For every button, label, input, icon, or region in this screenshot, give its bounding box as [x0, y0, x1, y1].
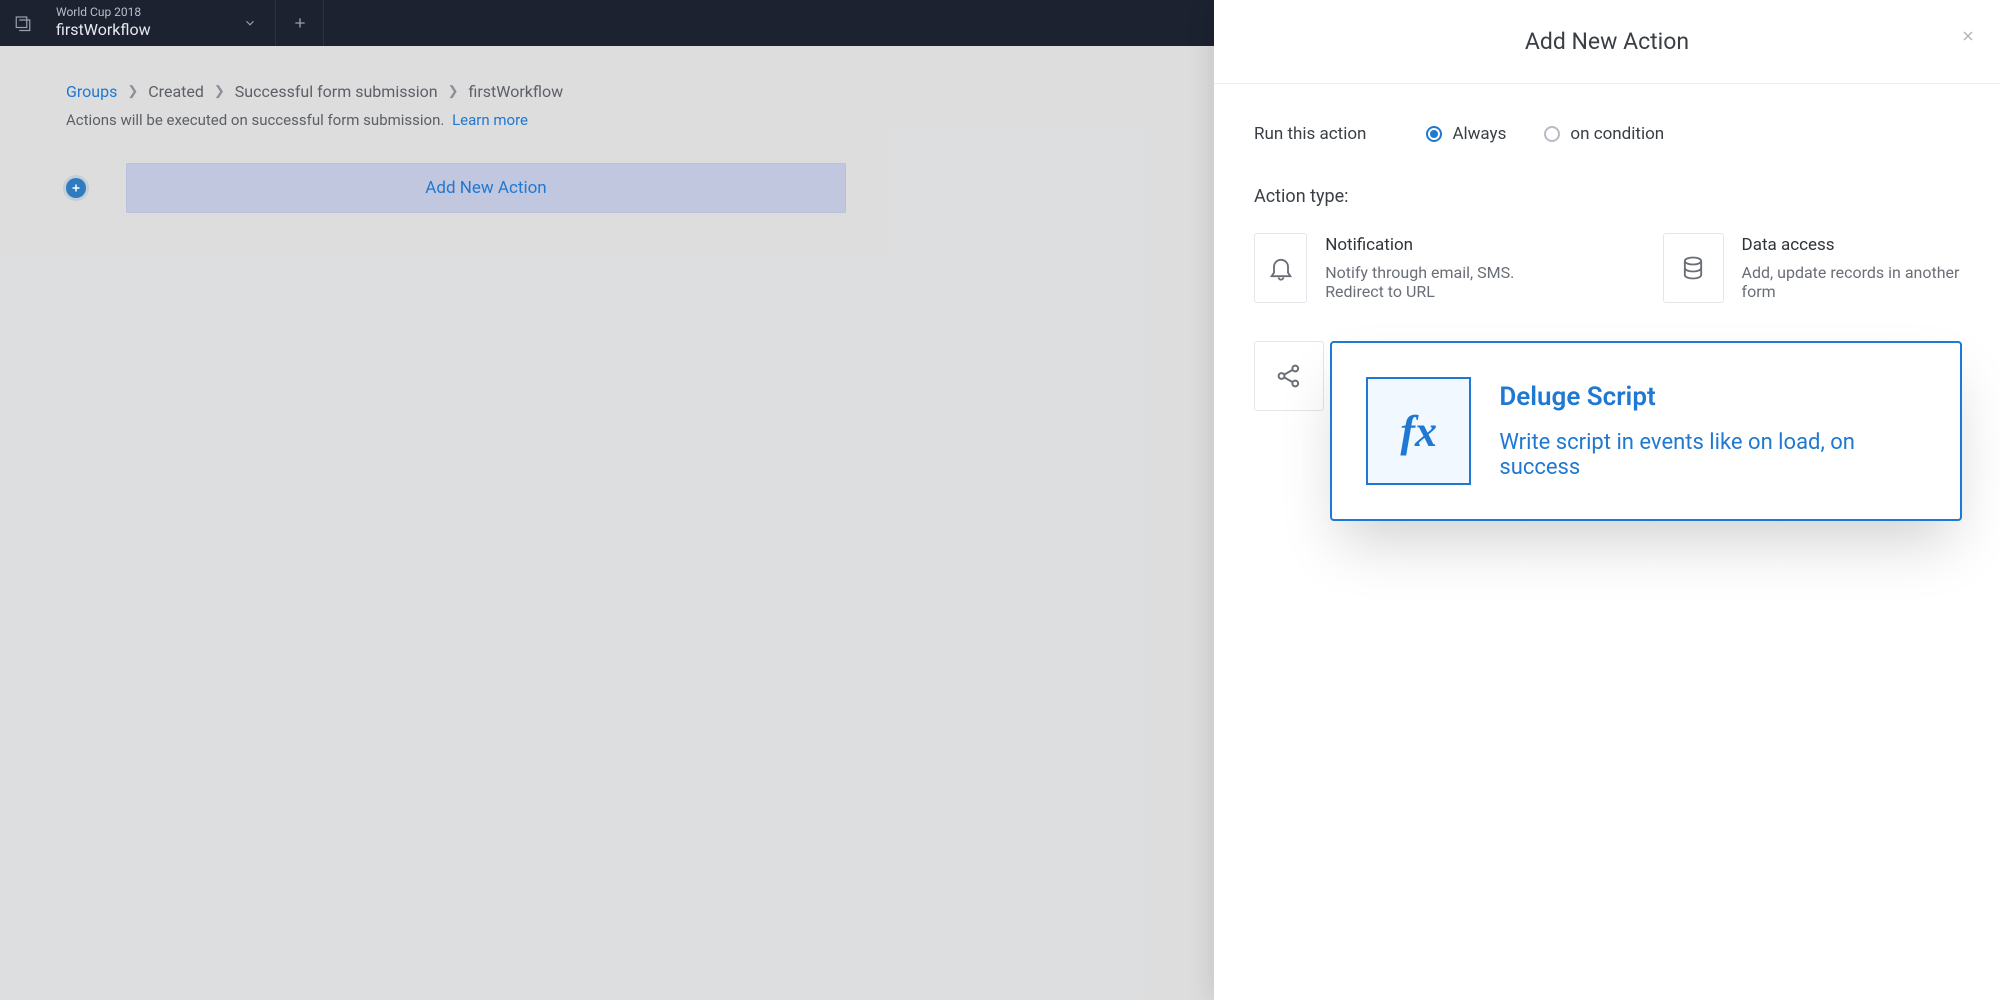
run-action-label: Run this action: [1254, 124, 1366, 144]
data-access-desc: Add, update records in another form: [1742, 263, 1962, 301]
deluge-title: Deluge Script: [1499, 382, 1930, 412]
fx-icon: fx: [1366, 377, 1471, 485]
panel-header: Add New Action: [1214, 0, 2000, 84]
chevron-right-icon: ❯: [127, 84, 138, 99]
fx-text: fx: [1400, 406, 1437, 457]
run-action-row: Run this action Always on condition: [1254, 124, 1962, 144]
subtitle-text: Actions will be executed on successful f…: [66, 111, 444, 129]
radio-on-condition[interactable]: on condition: [1544, 124, 1664, 144]
breadcrumb-groups[interactable]: Groups: [66, 82, 117, 101]
action-type-data-access[interactable]: Data access Add, update records in anoth…: [1663, 233, 1962, 303]
integration-icon[interactable]: [1254, 341, 1324, 411]
action-type-deluge-script[interactable]: fx Deluge Script Write script in events …: [1330, 341, 1962, 521]
bell-icon: [1254, 233, 1307, 303]
radio-always-label: Always: [1452, 124, 1506, 144]
radio-always[interactable]: Always: [1426, 124, 1506, 144]
radio-icon: [1544, 126, 1560, 142]
radio-icon: [1426, 126, 1442, 142]
add-new-action-bar[interactable]: Add New Action: [126, 163, 846, 213]
workflow-name: firstWorkflow: [56, 20, 247, 41]
add-action-panel: Add New Action Run this action Always on…: [1214, 0, 2000, 1000]
add-action-plus-icon[interactable]: [66, 178, 86, 198]
action-type-label: Action type:: [1254, 186, 1962, 207]
radio-condition-label: on condition: [1570, 124, 1664, 144]
breadcrumb-current: firstWorkflow: [468, 82, 563, 101]
breadcrumb-sfs[interactable]: Successful form submission: [235, 82, 438, 101]
learn-more-link[interactable]: Learn more: [452, 111, 528, 129]
database-icon: [1663, 233, 1724, 303]
workflow-tab[interactable]: World Cup 2018 firstWorkflow: [46, 0, 276, 46]
project-name: World Cup 2018: [56, 5, 247, 19]
action-type-notification[interactable]: Notification Notify through email, SMS. …: [1254, 233, 1553, 303]
panel-title: Add New Action: [1525, 28, 1689, 55]
notification-title: Notification: [1325, 235, 1553, 255]
add-new-action-label: Add New Action: [425, 178, 546, 198]
breadcrumb-created[interactable]: Created: [148, 82, 204, 101]
data-access-title: Data access: [1742, 235, 1962, 255]
notification-desc: Notify through email, SMS. Redirect to U…: [1325, 263, 1553, 301]
deluge-desc: Write script in events like on load, on …: [1499, 430, 1930, 480]
new-tab-button[interactable]: [276, 0, 324, 46]
chevron-right-icon: ❯: [214, 84, 225, 99]
chevron-down-icon: [243, 16, 257, 30]
close-icon[interactable]: [1960, 28, 1976, 44]
chevron-right-icon: ❯: [448, 84, 459, 99]
app-icon[interactable]: [0, 0, 46, 46]
